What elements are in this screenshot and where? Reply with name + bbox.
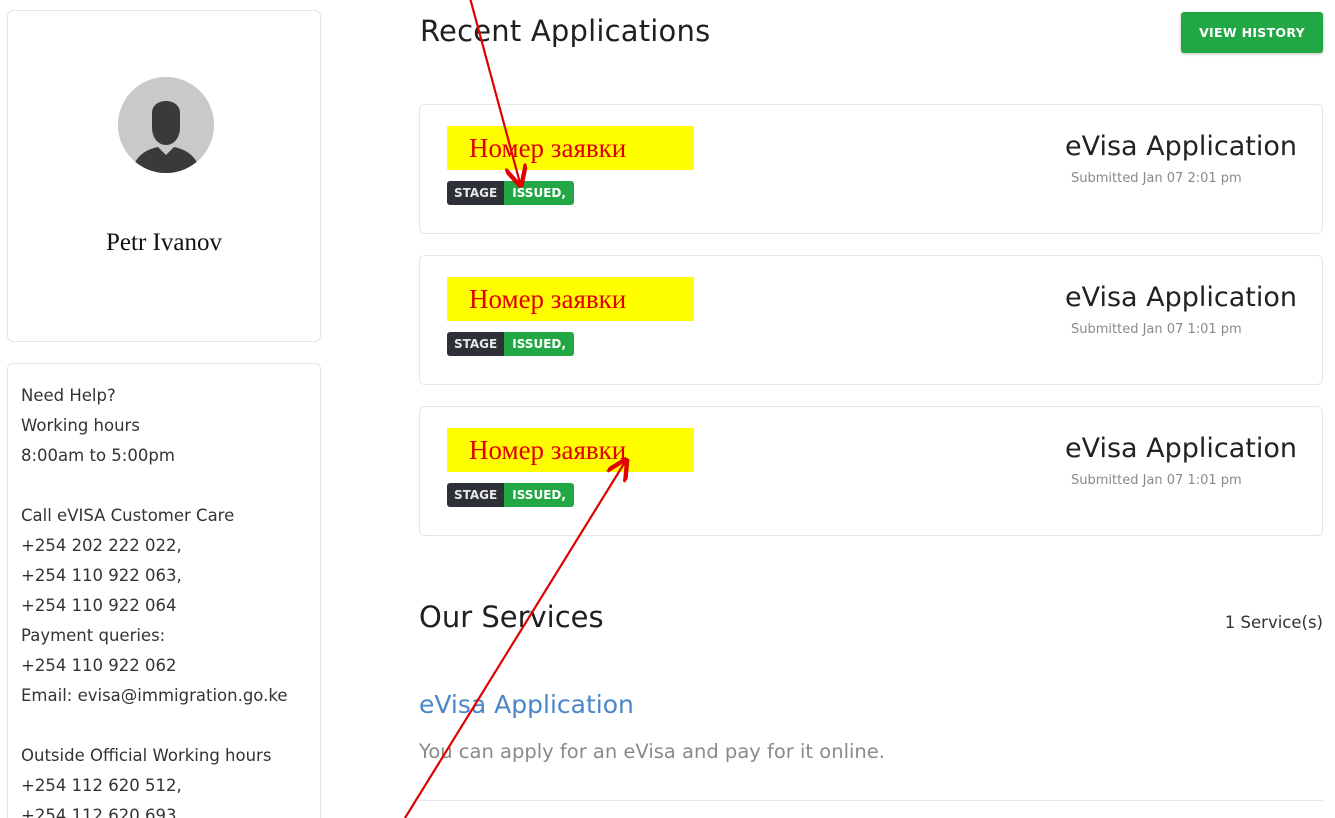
application-title[interactable]: eVisa Application xyxy=(1065,433,1297,464)
submitted-date: Submitted Jan 07 2:01 pm xyxy=(1071,171,1242,186)
status-label: ISSUED, xyxy=(504,332,574,356)
stage-badge: STAGE ISSUED, xyxy=(447,181,574,205)
help-text: Need Help? Working hours 8:00am to 5:00p… xyxy=(21,381,287,818)
stage-label: STAGE xyxy=(447,181,505,205)
view-history-button[interactable]: VIEW HISTORY xyxy=(1181,12,1323,53)
stage-label: STAGE xyxy=(447,483,505,507)
help-line: Payment queries: xyxy=(21,626,166,645)
application-card[interactable]: Номер заявки STAGE ISSUED, eVisa Applica… xyxy=(419,255,1323,385)
application-number-highlight: Номер заявки xyxy=(447,428,694,472)
status-label: ISSUED, xyxy=(504,483,574,507)
stage-badge: STAGE ISSUED, xyxy=(447,332,574,356)
help-email[interactable]: Email: evisa@immigration.go.ke xyxy=(21,681,287,711)
recent-applications-title: Recent Applications xyxy=(420,14,711,48)
help-line xyxy=(21,471,287,501)
help-phone[interactable]: +254 110 922 062 xyxy=(21,651,287,681)
help-line: Call eVISA Customer Care xyxy=(21,506,235,525)
divider xyxy=(419,800,1323,801)
help-line: Need Help? xyxy=(21,386,116,405)
application-title[interactable]: eVisa Application xyxy=(1065,282,1297,313)
submitted-date: Submitted Jan 07 1:01 pm xyxy=(1071,322,1242,337)
service-description: You can apply for an eVisa and pay for i… xyxy=(419,740,885,763)
application-card[interactable]: Номер заявки STAGE ISSUED, eVisa Applica… xyxy=(419,104,1323,234)
help-line: 8:00am to 5:00pm xyxy=(21,446,175,465)
profile-card: Petr Ivanov xyxy=(7,10,321,342)
help-phone[interactable]: +254 110 922 063, xyxy=(21,561,287,591)
user-silhouette-icon xyxy=(118,77,214,173)
profile-name: Petr Ivanov xyxy=(106,229,222,256)
stage-label: STAGE xyxy=(447,332,505,356)
status-label: ISSUED, xyxy=(504,181,574,205)
help-line: Outside Official Working hours xyxy=(21,746,272,765)
help-card: Need Help? Working hours 8:00am to 5:00p… xyxy=(7,363,321,818)
service-link-evisa[interactable]: eVisa Application xyxy=(419,690,634,719)
application-number-highlight: Номер заявки xyxy=(447,126,694,170)
application-number-highlight: Номер заявки xyxy=(447,277,694,321)
help-line: Working hours xyxy=(21,416,140,435)
our-services-title: Our Services xyxy=(419,600,604,634)
help-phone[interactable]: +254 112 620 512, xyxy=(21,771,287,801)
submitted-date: Submitted Jan 07 1:01 pm xyxy=(1071,473,1242,488)
application-card[interactable]: Номер заявки STAGE ISSUED, eVisa Applica… xyxy=(419,406,1323,536)
services-count: 1 Service(s) xyxy=(1224,613,1323,632)
stage-badge: STAGE ISSUED, xyxy=(447,483,574,507)
help-phone[interactable]: +254 112 620 693 xyxy=(21,801,287,818)
help-line xyxy=(21,711,287,741)
application-title[interactable]: eVisa Application xyxy=(1065,131,1297,162)
help-phone[interactable]: +254 202 222 022, xyxy=(21,531,287,561)
help-phone[interactable]: +254 110 922 064 xyxy=(21,591,287,621)
